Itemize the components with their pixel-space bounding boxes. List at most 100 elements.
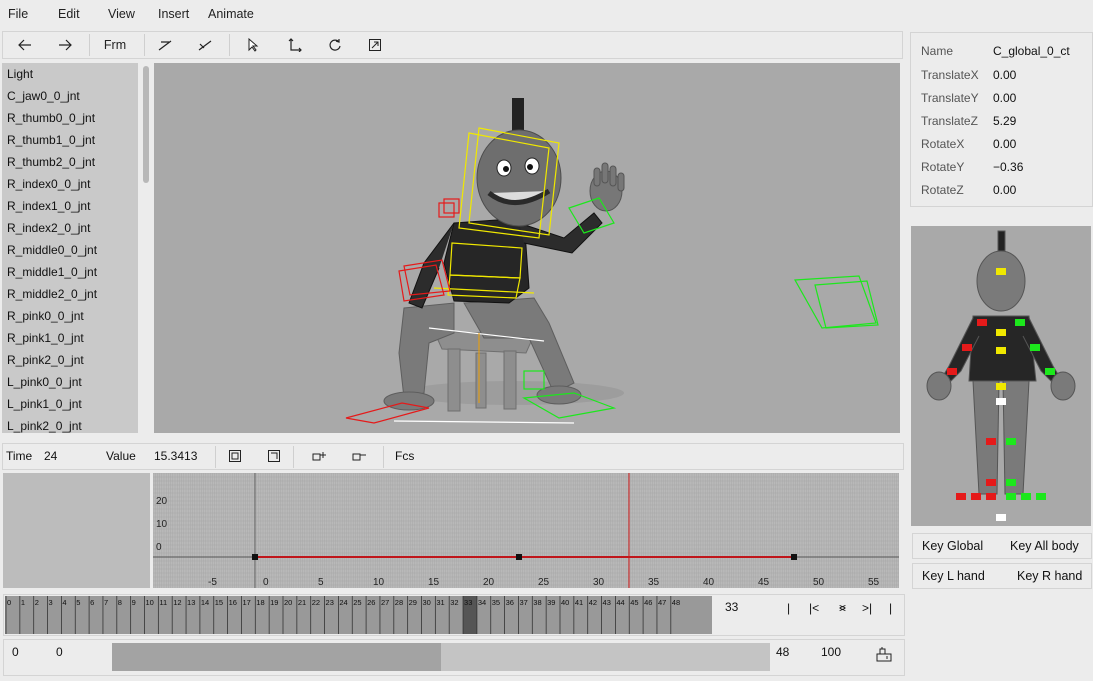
joint-item[interactable]: Light bbox=[2, 63, 138, 85]
frame-label: 1 bbox=[21, 598, 25, 607]
range-slider-thumb[interactable] bbox=[112, 643, 441, 671]
joint-item[interactable]: R_thumb2_0_jnt bbox=[2, 151, 138, 173]
menu-file[interactable]: File bbox=[8, 7, 28, 21]
joint-item[interactable]: C_jaw0_0_jnt bbox=[2, 85, 138, 107]
frame-label: 19 bbox=[270, 598, 278, 607]
range-end-field-2[interactable]: 100 bbox=[821, 645, 841, 659]
frame-label: 25 bbox=[353, 598, 361, 607]
translate-x-value[interactable]: 0.00 bbox=[993, 68, 1016, 82]
frame-label: 43 bbox=[603, 598, 611, 607]
joint-item[interactable]: R_index2_0_jnt bbox=[2, 217, 138, 239]
translate-y-value[interactable]: 0.00 bbox=[993, 91, 1016, 105]
rotate-z-value[interactable]: 0.00 bbox=[993, 183, 1016, 197]
frame-selected-icon[interactable] bbox=[268, 450, 280, 465]
frame-label: 44 bbox=[616, 598, 624, 607]
key-global-button[interactable]: Key Global bbox=[922, 539, 983, 553]
key-remove-icon[interactable] bbox=[352, 450, 368, 465]
bone-add-icon[interactable] bbox=[153, 32, 177, 58]
select-arrow-icon[interactable] bbox=[241, 32, 265, 58]
key-buttons-row-1: Key Global Key All body bbox=[912, 533, 1092, 559]
frame-button[interactable]: Frm bbox=[95, 32, 135, 58]
keyframe-point bbox=[791, 554, 797, 560]
frame-label: 5 bbox=[76, 598, 80, 607]
joint-item[interactable]: L_pink0_0_jnt bbox=[2, 371, 138, 393]
keyframe-point bbox=[252, 554, 258, 560]
rotate-x-value[interactable]: 0.00 bbox=[993, 137, 1016, 151]
menu-view[interactable]: View bbox=[108, 7, 135, 21]
frame-label: 28 bbox=[395, 598, 403, 607]
menu-edit[interactable]: Edit bbox=[58, 7, 80, 21]
character-picker[interactable] bbox=[911, 226, 1091, 526]
translate-z-label: TranslateZ bbox=[921, 114, 978, 128]
translate-z-value[interactable]: 5.29 bbox=[993, 114, 1016, 128]
joint-item[interactable]: R_pink1_0_jnt bbox=[2, 327, 138, 349]
rotate-x-label: RotateX bbox=[921, 137, 965, 151]
joint-item[interactable]: R_index1_0_jnt bbox=[2, 195, 138, 217]
value-field[interactable]: 15.3413 bbox=[154, 449, 197, 463]
scale-icon[interactable] bbox=[363, 32, 387, 58]
key-l-hand-button[interactable]: Key L hand bbox=[922, 569, 985, 583]
move-icon[interactable] bbox=[283, 32, 307, 58]
x-tick-label: 45 bbox=[758, 577, 770, 588]
frame-label: 8 bbox=[118, 598, 122, 607]
joint-item[interactable]: R_pink0_0_jnt bbox=[2, 305, 138, 327]
x-tick-label: 25 bbox=[538, 577, 550, 588]
curve-graph[interactable]: 20 10 0 -5 0 5 10 15 20 25 30 35 40 45 50 55 bbox=[153, 473, 899, 588]
y-tick-label: 10 bbox=[156, 519, 168, 530]
frame-strip: 0 1 2 3 4 5 6 7 8 9 10 11 12 13 14 15 16 17 18 19 20 21 22 23 24… bbox=[3, 594, 905, 636]
frame-label: 23 bbox=[326, 598, 334, 607]
joint-item[interactable]: L_pink2_0_jnt bbox=[2, 415, 138, 433]
frame-label: 10 bbox=[146, 598, 154, 607]
frame-label: 17 bbox=[242, 598, 250, 607]
range-start-field[interactable]: 0 bbox=[12, 645, 19, 659]
key-all-body-button[interactable]: Key All body bbox=[1010, 539, 1079, 553]
frame-label: 3 bbox=[49, 598, 53, 607]
key-r-hand-button[interactable]: Key R hand bbox=[1017, 569, 1082, 583]
range-slider-track[interactable] bbox=[112, 643, 770, 671]
current-frame-value[interactable]: 33 bbox=[725, 600, 738, 614]
key-add-icon[interactable] bbox=[312, 450, 328, 465]
translate-y-label: TranslateY bbox=[921, 91, 979, 105]
range-end-field[interactable]: 48 bbox=[776, 645, 789, 659]
frame-label: 2 bbox=[35, 598, 39, 607]
arrow-left-icon[interactable] bbox=[13, 32, 37, 58]
joint-item[interactable]: R_pink2_0_jnt bbox=[2, 349, 138, 371]
play-button[interactable]: > bbox=[839, 601, 846, 615]
menu-insert[interactable]: Insert bbox=[158, 7, 189, 21]
head bbox=[476, 98, 562, 227]
frame-all-icon[interactable] bbox=[229, 450, 241, 465]
joint-item[interactable]: R_index0_0_jnt bbox=[2, 173, 138, 195]
frame-label: 24 bbox=[339, 598, 347, 607]
go-to-end-button[interactable]: >| bbox=[862, 601, 872, 615]
frame-label: 22 bbox=[312, 598, 320, 607]
frame-label: 6 bbox=[90, 598, 94, 607]
menu-animate[interactable]: Animate bbox=[208, 7, 254, 21]
joint-item[interactable]: R_middle2_0_jnt bbox=[2, 283, 138, 305]
x-tick-label: 30 bbox=[593, 577, 605, 588]
frame-label: 46 bbox=[644, 598, 652, 607]
time-value[interactable]: 24 bbox=[44, 449, 57, 463]
joint-item[interactable]: R_thumb0_0_jnt bbox=[2, 107, 138, 129]
go-to-start-button[interactable]: |< bbox=[809, 601, 819, 615]
joint-list-scroll-thumb[interactable] bbox=[143, 66, 149, 183]
settings-icon[interactable] bbox=[876, 646, 892, 665]
frame-label: 42 bbox=[589, 598, 597, 607]
fcs-button[interactable]: Fcs bbox=[395, 449, 414, 463]
joint-item[interactable]: L_pink1_0_jnt bbox=[2, 393, 138, 415]
rotate-icon[interactable] bbox=[323, 32, 347, 58]
name-value[interactable]: C_global_0_ct bbox=[993, 44, 1070, 58]
viewport-3d[interactable] bbox=[154, 63, 900, 433]
frame-ticks[interactable]: 0 1 2 3 4 5 6 7 8 9 10 11 12 13 14 15 16 17 18 19 20 21 22 23 24… bbox=[5, 596, 712, 634]
arrow-right-icon[interactable] bbox=[53, 32, 77, 58]
joint-item[interactable]: R_middle0_0_jnt bbox=[2, 239, 138, 261]
rotate-y-value[interactable]: −0.36 bbox=[993, 160, 1023, 174]
range-start-field-2[interactable]: 0 bbox=[56, 645, 63, 659]
joint-item[interactable]: R_middle1_0_jnt bbox=[2, 261, 138, 283]
frame-label: 36 bbox=[506, 598, 514, 607]
y-tick-label: 0 bbox=[156, 542, 162, 553]
bone-remove-icon[interactable] bbox=[193, 32, 217, 58]
frame-label: 15 bbox=[215, 598, 223, 607]
joint-item[interactable]: R_thumb1_0_jnt bbox=[2, 129, 138, 151]
translate-x-label: TranslateX bbox=[921, 68, 979, 82]
x-tick-label: 35 bbox=[648, 577, 660, 588]
